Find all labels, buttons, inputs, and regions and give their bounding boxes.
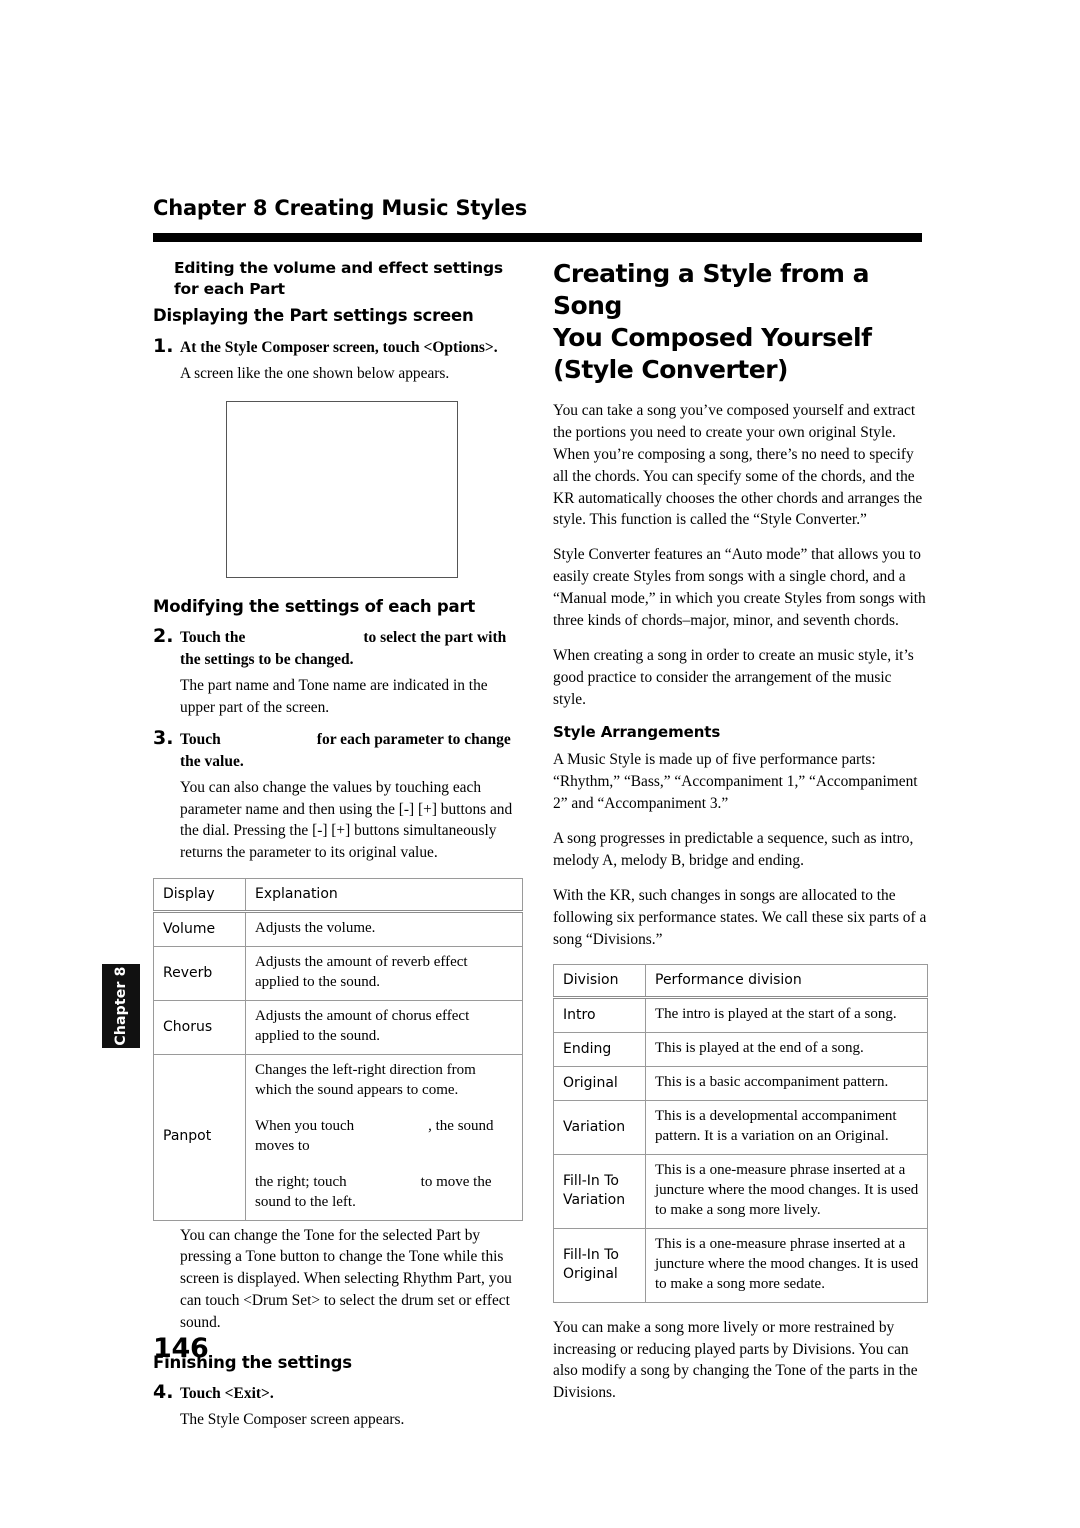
table-row: Variation This is a developmental accomp… — [553, 1100, 928, 1156]
tone-change-note: You can change the Tone for the selected… — [180, 1226, 512, 1332]
left-column: Editing the volume and effect settings f… — [153, 258, 523, 1431]
arrangements-paragraph-2: A song progresses in predictable a seque… — [553, 830, 914, 869]
intro-paragraph-3: When creating a song in order to create … — [553, 646, 914, 708]
page-number: 146 — [153, 1333, 209, 1364]
chapter-side-tab: Chapter 8 — [101, 963, 141, 1049]
row-key-chorus: Chorus — [153, 1000, 246, 1055]
part-settings-screenshot-placeholder — [226, 400, 458, 578]
step-1-title: At the Style Composer screen, touch <Opt… — [180, 338, 498, 356]
row-value-variation: This is a developmental accompaniment pa… — [645, 1100, 928, 1156]
step-3-title-after: for each parameter to change the value. — [180, 730, 511, 770]
step-3-title-before: Touch — [180, 730, 221, 748]
step-1-body: A screen like the one shown below appear… — [180, 364, 450, 382]
step-4-title: Touch <Exit>. — [180, 1385, 274, 1403]
step-1-number: 1. — [153, 334, 174, 357]
intro-paragraph-1: You can take a song you’ve composed your… — [553, 402, 923, 529]
page-title: Creating a Style from a Song You Compose… — [553, 258, 928, 386]
page-title-line-2: You Composed Yourself — [553, 323, 872, 352]
closing-paragraph: You can make a song more lively or more … — [553, 1318, 918, 1402]
row-key-fill-in-to-variation: Fill-In To Variation — [553, 1154, 646, 1229]
table-header-row: Display Explanation — [153, 878, 523, 914]
division-table: Division Performance division Intro The … — [553, 964, 928, 1303]
row-value-intro: The intro is played at the start of a so… — [645, 997, 928, 1034]
row-key-reverb: Reverb — [153, 946, 246, 1002]
subheading-displaying-part-settings: Displaying the Part settings screen — [153, 306, 474, 326]
step-2-number: 2. — [153, 624, 174, 647]
column-header-performance-division: Performance division — [645, 964, 928, 1000]
step-1: 1. At the Style Composer screen, touch <… — [153, 334, 523, 359]
page-title-line-1: Creating a Style from a Song — [553, 259, 869, 320]
subheading-finishing-settings: Finishing the settings — [153, 1352, 352, 1372]
column-header-division: Division — [553, 964, 646, 1000]
row-value-fill-in-to-original: This is a one-measure phrase inserted at… — [645, 1227, 928, 1303]
subheading-style-arrangements: Style Arrangements — [553, 723, 721, 742]
subheading-modifying-settings: Modifying the settings of each part — [153, 596, 476, 616]
row-value-panpot: Changes the left-right direction from wh… — [245, 1053, 523, 1221]
panpot-line-3-before: the right; touch — [255, 1173, 347, 1190]
table-row: Volume Adjusts the volume. — [153, 911, 523, 948]
step-4: 4. Touch <Exit>. — [153, 1381, 523, 1405]
header-rule — [153, 233, 922, 242]
column-header-display: Display — [153, 878, 246, 914]
step-3-number: 3. — [153, 726, 174, 749]
intro-paragraph-2: Style Converter features an “Auto mode” … — [553, 546, 926, 629]
step-2-body: The part name and Tone name are indicate… — [180, 676, 488, 716]
table-header-row: Division Performance division — [553, 964, 928, 1000]
row-key-panpot: Panpot — [153, 1053, 246, 1221]
row-key-original: Original — [553, 1066, 646, 1102]
table-row: Reverb Adjusts the amount of reverb effe… — [153, 946, 523, 1002]
table-row: Original This is a basic accompaniment p… — [553, 1066, 928, 1102]
row-key-volume: Volume — [153, 911, 246, 948]
step-2: 2. Touch the to select the part with the … — [153, 624, 523, 671]
row-value-volume: Adjusts the volume. — [245, 911, 523, 948]
row-key-fill-in-to-original: Fill-In To Original — [553, 1227, 646, 1303]
panpot-line-3: the right; touch to move the sound to the… — [255, 1173, 514, 1213]
step-4-number: 4. — [153, 1381, 174, 1404]
step-3: 3. Touch for each parameter to change the… — [153, 726, 523, 773]
row-value-reverb: Adjusts the amount of reverb effect appl… — [245, 946, 523, 1002]
step-3-body: You can also change the values by touchi… — [180, 778, 513, 862]
manual-page: Chapter 8 Creating Music Styles Chapter … — [0, 0, 1080, 1528]
table-row: Intro The intro is played at the start o… — [553, 997, 928, 1034]
table-row: Ending This is played at the end of a so… — [553, 1032, 928, 1068]
display-explanation-table: Display Explanation Volume Adjusts the v… — [153, 878, 523, 1221]
right-column: Creating a Style from a Song You Compose… — [553, 258, 928, 1417]
row-key-intro: Intro — [553, 997, 646, 1034]
row-key-ending: Ending — [553, 1032, 646, 1068]
step-4-body: The Style Composer screen appears. — [180, 1411, 405, 1429]
table-row: Panpot Changes the left-right direction … — [153, 1053, 523, 1221]
section-heading-part-settings: Editing the volume and effect settings f… — [174, 259, 503, 298]
table-row: Fill-In To Original This is a one-measur… — [553, 1227, 928, 1303]
row-value-chorus: Adjusts the amount of chorus effect appl… — [245, 1000, 523, 1055]
arrangements-paragraph-3: With the KR, such changes in songs are a… — [553, 886, 927, 948]
step-2-title-before: Touch the — [180, 628, 246, 646]
page-title-line-3: (Style Converter) — [553, 355, 788, 384]
panpot-line-2: When you touch, the sound moves to — [255, 1117, 514, 1157]
row-value-ending: This is played at the end of a song. — [645, 1032, 928, 1068]
running-head: Chapter 8 Creating Music Styles — [153, 196, 528, 220]
table-row: Fill-In To Variation This is a one-measu… — [553, 1154, 928, 1229]
column-header-explanation: Explanation — [245, 878, 523, 914]
panpot-line-1: Changes the left-right direction from wh… — [255, 1061, 476, 1098]
table-row: Chorus Adjusts the amount of chorus effe… — [153, 1000, 523, 1055]
arrangements-paragraph-1: A Music Style is made up of five perform… — [553, 751, 918, 813]
chapter-side-tab-label: Chapter 8 — [113, 966, 129, 1046]
row-key-variation: Variation — [553, 1100, 646, 1156]
row-value-fill-in-to-variation: This is a one-measure phrase inserted at… — [645, 1154, 928, 1229]
row-value-original: This is a basic accompaniment pattern. — [645, 1066, 928, 1102]
panpot-line-2-before: When you touch — [255, 1117, 355, 1134]
